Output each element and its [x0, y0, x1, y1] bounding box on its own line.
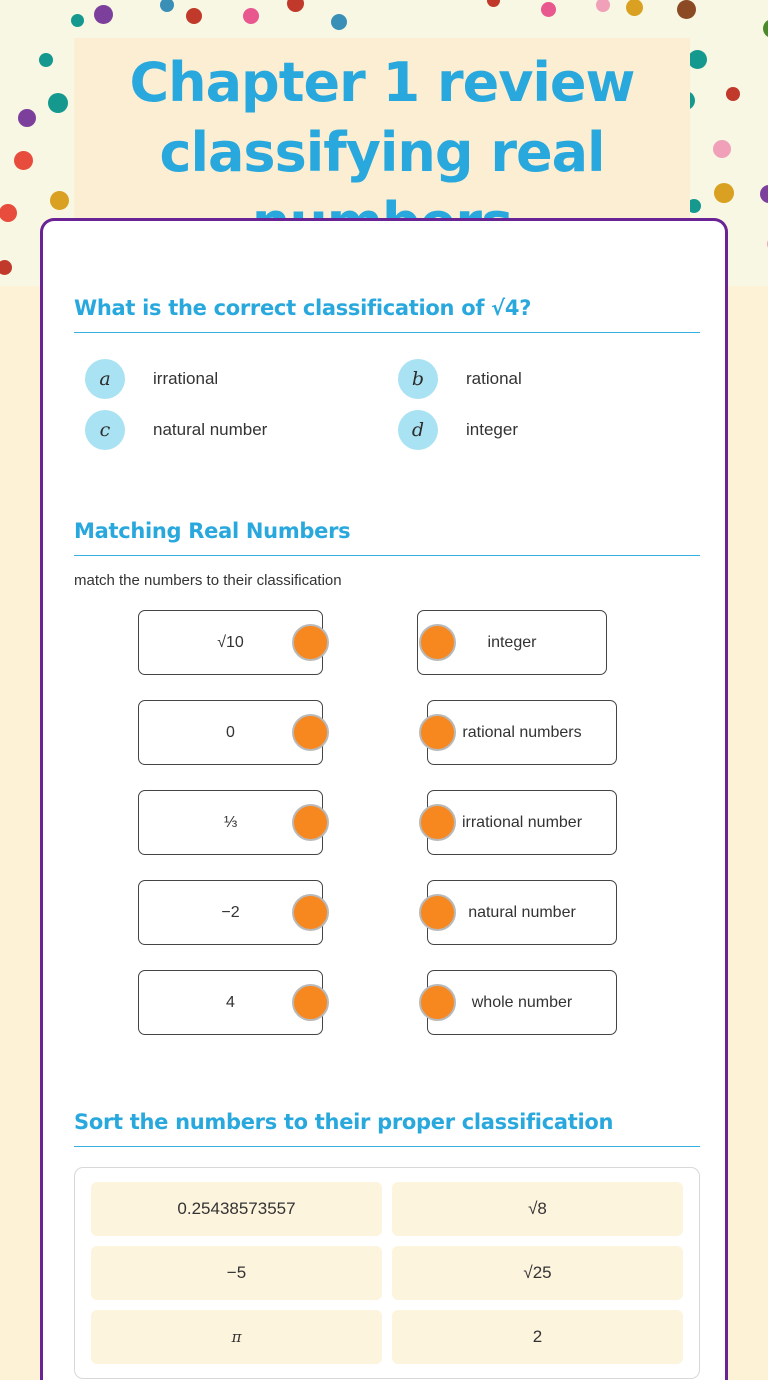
confetti-dot [186, 8, 202, 24]
confetti-dot [243, 8, 259, 24]
confetti-dot [596, 0, 610, 12]
match-left-connector-knob[interactable] [292, 894, 329, 931]
mc-bubble-letter-b[interactable]: b [398, 358, 438, 399]
sort-tile[interactable]: π [91, 1310, 382, 1364]
confetti-dot [760, 185, 768, 203]
mc-option-b[interactable]: b rational [387, 353, 700, 404]
confetti-dot [541, 2, 556, 17]
mc-bubble-letter-c[interactable]: c [85, 409, 125, 450]
section-divider [74, 332, 700, 333]
matching-row: 4 whole number [74, 963, 700, 1053]
confetti-dot [677, 0, 696, 19]
worksheet-title-band: Chapter 1 review classifying real number… [74, 38, 690, 220]
mc-option-a[interactable]: a irrational [74, 353, 387, 404]
mc-bubble-letter-a[interactable]: a [85, 358, 125, 399]
mc-option-label-d: integer [466, 419, 518, 439]
confetti-dot [0, 260, 12, 275]
sorting-tile-grid: 0.25438573557 √8 −5 √25 π 2 [91, 1182, 683, 1364]
confetti-dot [0, 204, 17, 222]
sorting-heading: Sort the numbers to their proper classif… [74, 1110, 614, 1134]
confetti-dot [48, 93, 68, 113]
matching-row: ⅓ irrational number [74, 783, 700, 873]
confetti-dot [50, 191, 69, 210]
mc-options-grid: a irrational b rational c natural number… [74, 353, 700, 455]
confetti-dot [713, 140, 731, 158]
confetti-dot [39, 53, 53, 67]
confetti-dot [688, 50, 707, 69]
matching-instruction: match the numbers to their classificatio… [74, 572, 342, 589]
worksheet-card: What is the correct classification of √4… [40, 218, 728, 1380]
mc-bubble-letter-d[interactable]: d [398, 409, 438, 450]
matching-heading: Matching Real Numbers [74, 519, 351, 543]
confetti-dot [14, 151, 33, 170]
page-title: Chapter 1 review classifying real number… [129, 51, 636, 220]
match-right-connector-knob[interactable] [419, 894, 456, 931]
sort-tile[interactable]: √25 [392, 1246, 683, 1300]
confetti-dot [626, 0, 643, 16]
sorting-section: Sort the numbers to their proper classif… [74, 1110, 700, 1379]
confetti-dot [714, 183, 734, 203]
sort-tile[interactable]: 2 [392, 1310, 683, 1364]
match-left-connector-knob[interactable] [292, 714, 329, 751]
match-right-connector-knob[interactable] [419, 714, 456, 751]
sort-tile[interactable]: −5 [91, 1246, 382, 1300]
mc-question-text: What is the correct classification of √4… [74, 296, 532, 320]
sort-tile[interactable]: 0.25438573557 [91, 1182, 382, 1236]
mc-option-label-b: rational [466, 368, 522, 388]
mc-option-d[interactable]: d integer [387, 404, 700, 455]
matching-section: Matching Real Numbers match the numbers … [74, 519, 700, 1053]
confetti-dot [763, 19, 768, 38]
match-left-connector-knob[interactable] [292, 624, 329, 661]
match-left-connector-knob[interactable] [292, 804, 329, 841]
matching-row: 0 rational numbers [74, 693, 700, 783]
confetti-dot [487, 0, 500, 7]
section-divider [74, 1146, 700, 1147]
matching-row: √10 integer [74, 603, 700, 693]
mc-option-label-a: irrational [153, 368, 219, 388]
confetti-dot [287, 0, 304, 12]
mc-option-label-c: natural number [153, 419, 268, 439]
confetti-dot [331, 14, 347, 30]
match-right-connector-knob[interactable] [419, 624, 456, 661]
matching-rows: √10 integer 0 rational numbers ⅓ irratio… [74, 603, 700, 1053]
multiple-choice-section: What is the correct classification of √4… [74, 296, 700, 455]
confetti-dot [94, 5, 113, 24]
section-divider [74, 555, 700, 556]
matching-row: −2 natural number [74, 873, 700, 963]
sort-tile[interactable]: √8 [392, 1182, 683, 1236]
match-right-connector-knob[interactable] [419, 804, 456, 841]
confetti-dot [160, 0, 174, 12]
match-left-connector-knob[interactable] [292, 984, 329, 1021]
confetti-dot [71, 14, 84, 27]
match-right-connector-knob[interactable] [419, 984, 456, 1021]
mc-option-c[interactable]: c natural number [74, 404, 387, 455]
sorting-tile-container: 0.25438573557 √8 −5 √25 π 2 [74, 1167, 700, 1379]
confetti-dot [726, 87, 740, 101]
confetti-dot [18, 109, 36, 127]
